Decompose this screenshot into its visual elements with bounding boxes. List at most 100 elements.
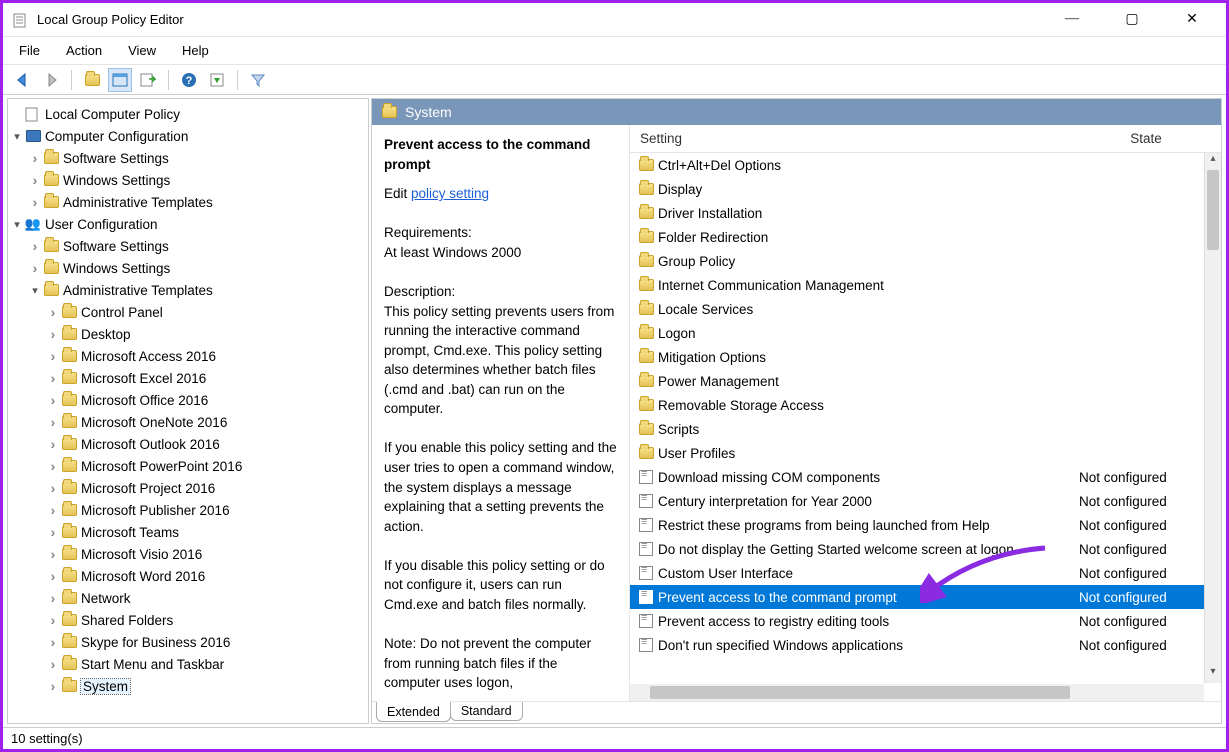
policy-row[interactable]: Custom User InterfaceNot configured: [630, 561, 1221, 585]
tree-node[interactable]: Network: [10, 587, 366, 609]
tree-node[interactable]: Desktop: [10, 323, 366, 345]
up-button[interactable]: [80, 68, 104, 92]
policy-row[interactable]: Prevent access to the command promptNot …: [630, 585, 1221, 609]
expand-chevron[interactable]: [46, 370, 60, 386]
expand-chevron[interactable]: [28, 284, 42, 297]
tree-node[interactable]: Computer Configuration: [10, 125, 366, 147]
tree-node[interactable]: Microsoft Word 2016: [10, 565, 366, 587]
policy-row[interactable]: Do not display the Getting Started welco…: [630, 537, 1221, 561]
tree-node[interactable]: Software Settings: [10, 235, 366, 257]
folder-row[interactable]: Driver Installation: [630, 201, 1221, 225]
expand-chevron[interactable]: [10, 130, 24, 143]
policy-row[interactable]: Download missing COM componentsNot confi…: [630, 465, 1221, 489]
expand-chevron[interactable]: [46, 590, 60, 606]
tree-node[interactable]: Windows Settings: [10, 257, 366, 279]
expand-chevron[interactable]: [46, 392, 60, 408]
scroll-down-arrow[interactable]: ▾: [1205, 666, 1221, 683]
maximize-button[interactable]: ▢: [1112, 11, 1152, 28]
properties-button[interactable]: [205, 68, 229, 92]
expand-chevron[interactable]: [46, 414, 60, 430]
tree-node[interactable]: Windows Settings: [10, 169, 366, 191]
expand-chevron[interactable]: [46, 656, 60, 672]
expand-chevron[interactable]: [46, 568, 60, 584]
column-setting[interactable]: Setting: [630, 125, 1071, 152]
policy-row[interactable]: Don't run specified Windows applications…: [630, 633, 1221, 657]
expand-chevron[interactable]: [28, 194, 42, 210]
expand-chevron[interactable]: [46, 612, 60, 628]
tree-node[interactable]: Microsoft Office 2016: [10, 389, 366, 411]
tree-node[interactable]: Local Computer Policy: [10, 103, 366, 125]
policy-row[interactable]: Century interpretation for Year 2000Not …: [630, 489, 1221, 513]
tree-node[interactable]: Microsoft OneNote 2016: [10, 411, 366, 433]
folder-row[interactable]: Removable Storage Access: [630, 393, 1221, 417]
show-hide-tree-button[interactable]: [108, 68, 132, 92]
tree-node[interactable]: Shared Folders: [10, 609, 366, 631]
column-state[interactable]: State: [1071, 125, 1221, 152]
folder-row[interactable]: Ctrl+Alt+Del Options: [630, 153, 1221, 177]
folder-row[interactable]: Internet Communication Management: [630, 273, 1221, 297]
close-button[interactable]: ✕: [1172, 11, 1212, 28]
folder-row[interactable]: User Profiles: [630, 441, 1221, 465]
expand-chevron[interactable]: [46, 304, 60, 320]
expand-chevron[interactable]: [46, 524, 60, 540]
tree-node[interactable]: Administrative Templates: [10, 191, 366, 213]
tree-node[interactable]: Microsoft Outlook 2016: [10, 433, 366, 455]
filter-button[interactable]: [246, 68, 270, 92]
folder-row[interactable]: Display: [630, 177, 1221, 201]
policy-row[interactable]: Prevent access to registry editing tools…: [630, 609, 1221, 633]
navigation-tree[interactable]: Local Computer PolicyComputer Configurat…: [7, 98, 369, 724]
expand-chevron[interactable]: [28, 260, 42, 276]
tree-node[interactable]: Microsoft Project 2016: [10, 477, 366, 499]
minimize-button[interactable]: —: [1052, 11, 1092, 28]
tree-node[interactable]: Software Settings: [10, 147, 366, 169]
expand-chevron[interactable]: [28, 172, 42, 188]
expand-chevron[interactable]: [10, 218, 24, 231]
tree-node[interactable]: Microsoft Access 2016: [10, 345, 366, 367]
scroll-thumb[interactable]: [1207, 170, 1219, 250]
tree-node[interactable]: Microsoft Publisher 2016: [10, 499, 366, 521]
expand-chevron[interactable]: [28, 150, 42, 166]
expand-chevron[interactable]: [46, 546, 60, 562]
menu-action[interactable]: Action: [64, 41, 104, 60]
expand-chevron[interactable]: [28, 238, 42, 254]
tree-node[interactable]: 👥User Configuration: [10, 213, 366, 235]
menu-view[interactable]: View: [126, 41, 158, 60]
tree-node[interactable]: System: [10, 675, 366, 697]
horizontal-scrollbar[interactable]: [630, 684, 1204, 701]
menu-file[interactable]: File: [17, 41, 42, 60]
expand-chevron[interactable]: [46, 480, 60, 496]
policy-row[interactable]: Restrict these programs from being launc…: [630, 513, 1221, 537]
tree-node[interactable]: Microsoft Visio 2016: [10, 543, 366, 565]
folder-row[interactable]: Logon: [630, 321, 1221, 345]
expand-chevron[interactable]: [46, 348, 60, 364]
scroll-up-arrow[interactable]: ▴: [1205, 153, 1221, 170]
expand-chevron[interactable]: [46, 678, 60, 694]
tree-node[interactable]: Administrative Templates: [10, 279, 366, 301]
folder-row[interactable]: Mitigation Options: [630, 345, 1221, 369]
tree-node[interactable]: Control Panel: [10, 301, 366, 323]
folder-row[interactable]: Folder Redirection: [630, 225, 1221, 249]
tab-standard[interactable]: Standard: [450, 702, 523, 721]
folder-row[interactable]: Scripts: [630, 417, 1221, 441]
expand-chevron[interactable]: [46, 458, 60, 474]
help-button[interactable]: ?: [177, 68, 201, 92]
tree-node[interactable]: Skype for Business 2016: [10, 631, 366, 653]
vertical-scrollbar[interactable]: ▴ ▾: [1204, 153, 1221, 683]
expand-chevron[interactable]: [46, 326, 60, 342]
expand-chevron[interactable]: [46, 502, 60, 518]
expand-chevron[interactable]: [46, 436, 60, 452]
edit-policy-link[interactable]: policy setting: [411, 186, 489, 201]
hscroll-thumb[interactable]: [650, 686, 1070, 699]
tree-node[interactable]: Microsoft Teams: [10, 521, 366, 543]
menu-help[interactable]: Help: [180, 41, 211, 60]
tree-node[interactable]: Start Menu and Taskbar: [10, 653, 366, 675]
folder-row[interactable]: Group Policy: [630, 249, 1221, 273]
tree-node[interactable]: Microsoft PowerPoint 2016: [10, 455, 366, 477]
tab-extended[interactable]: Extended: [376, 701, 451, 722]
back-button[interactable]: [11, 68, 35, 92]
folder-row[interactable]: Locale Services: [630, 297, 1221, 321]
tree-node[interactable]: Microsoft Excel 2016: [10, 367, 366, 389]
forward-button[interactable]: [39, 68, 63, 92]
expand-chevron[interactable]: [46, 634, 60, 650]
export-button[interactable]: [136, 68, 160, 92]
